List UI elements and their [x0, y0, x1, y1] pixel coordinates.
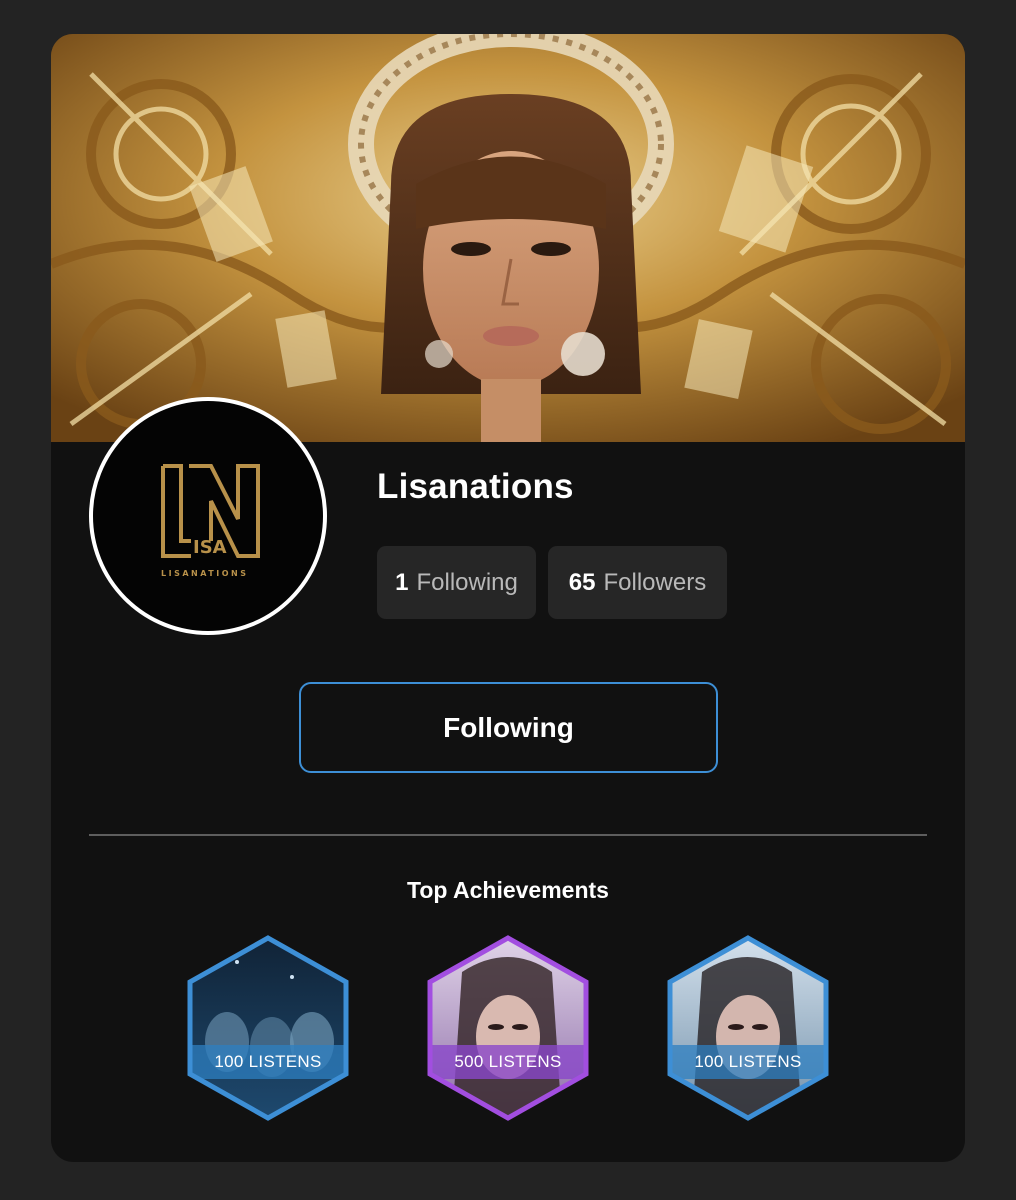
followers-count: 65	[568, 568, 596, 596]
profile-name: Lisanations	[377, 467, 574, 506]
svg-text:ISA: ISA	[193, 537, 227, 558]
achievement-label: 100 LISTENS	[214, 1052, 322, 1071]
following-toggle-button[interactable]: Following	[299, 682, 718, 773]
achievement-badge[interactable]: 100 LISTENS	[662, 932, 834, 1124]
followers-label: Followers	[603, 568, 707, 596]
achievement-badge[interactable]: 100 LISTENS	[182, 932, 354, 1124]
achievement-label: 100 LISTENS	[694, 1052, 802, 1071]
following-count-button[interactable]: 1 Following	[377, 546, 536, 619]
profile-card: ISA LISANATIONS Lisanations 1 Following …	[51, 34, 965, 1162]
achievement-label: 500 LISTENS	[454, 1052, 562, 1071]
followers-count-button[interactable]: 65 Followers	[548, 546, 727, 619]
avatar-logo-text: LISANATIONS	[161, 569, 248, 578]
section-divider	[89, 834, 927, 836]
top-achievements-title: Top Achievements	[407, 877, 609, 903]
following-count: 1	[395, 568, 409, 596]
following-label: Following	[416, 568, 518, 596]
profile-banner-image	[51, 34, 965, 442]
achievement-badge[interactable]: 500 LISTENS	[422, 932, 594, 1124]
profile-avatar[interactable]: ISA LISANATIONS	[89, 397, 327, 635]
